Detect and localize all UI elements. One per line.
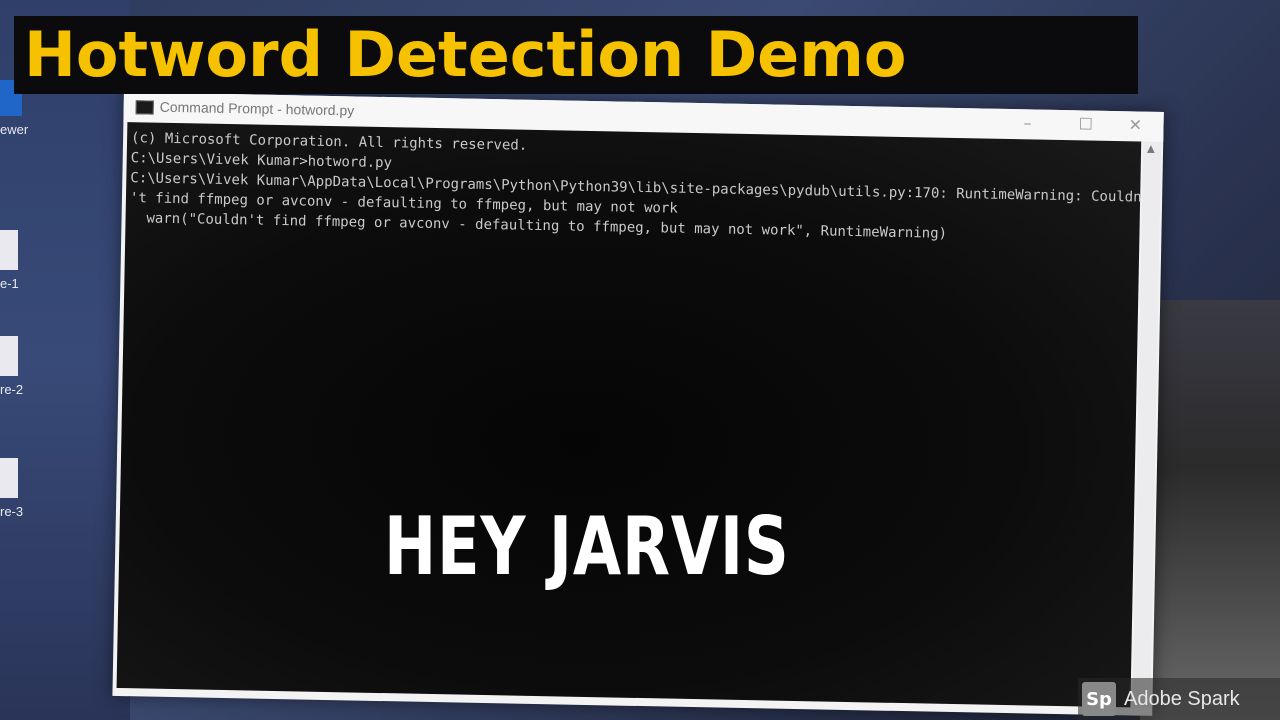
file-icon: [0, 458, 18, 498]
watermark-brand: Adobe Spark: [1124, 687, 1240, 710]
file-icon: [0, 230, 18, 270]
scroll-up-icon[interactable]: ▲: [1147, 144, 1155, 155]
watermark: Sp Adobe Spark: [1078, 678, 1280, 720]
window-title: Command Prompt - hotword.py: [159, 98, 355, 119]
desktop-icon-label: ewer: [0, 122, 29, 137]
console-output[interactable]: (c) Microsoft Corporation. All rights re…: [116, 122, 1142, 708]
desktop-icon-label: re-3: [0, 504, 24, 519]
title-banner: Hotword Detection Demo: [14, 16, 1138, 94]
desktop-icon-label: re-2: [0, 382, 24, 397]
desktop-icon-file-1[interactable]: e-1: [0, 230, 34, 291]
command-prompt-window[interactable]: Command Prompt - hotword.py – ☐ ✕ (c) Mi…: [112, 92, 1164, 716]
desktop-icon-file-2[interactable]: re-2: [0, 336, 34, 397]
desktop-icon-file-3[interactable]: re-3: [0, 458, 34, 519]
file-icon: [0, 336, 18, 376]
minimize-button[interactable]: –: [1023, 113, 1031, 132]
adobe-spark-logo-icon: Sp: [1082, 682, 1116, 716]
maximize-button[interactable]: ☐: [1078, 114, 1093, 133]
desktop-icon-label: e-1: [0, 276, 19, 291]
cmd-icon: [135, 100, 154, 115]
desktop-wallpaper: [1140, 300, 1280, 720]
caption-overlay: HEY JARVIS: [384, 500, 790, 593]
banner-title: Hotword Detection Demo: [24, 18, 907, 91]
close-button[interactable]: ✕: [1128, 115, 1142, 134]
